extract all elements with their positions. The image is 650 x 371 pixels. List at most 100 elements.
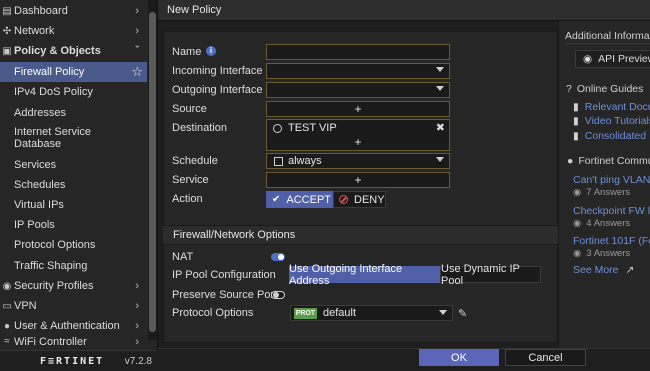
video-icon: ▮ xyxy=(573,130,579,142)
remove-icon[interactable]: ✖ xyxy=(436,121,445,134)
guide-link-label: Consolidated xyxy=(584,130,647,142)
help-icon: ? xyxy=(566,83,572,95)
ok-button[interactable]: OK xyxy=(419,349,499,366)
sidebar-item-label: Internet Service Database xyxy=(14,126,92,150)
community-post-link[interactable]: Can't ping VLAN i xyxy=(573,174,650,186)
plus-icon[interactable]: + xyxy=(354,173,361,187)
community-post-link[interactable]: Fortinet 101F (Fo xyxy=(573,235,650,247)
see-more-link[interactable]: See More ↗ xyxy=(573,264,634,276)
preserve-source-port-toggle[interactable] xyxy=(271,291,285,299)
accept-button[interactable]: ✔ ACCEPT xyxy=(266,191,333,208)
schedule-label: Schedule xyxy=(172,155,218,167)
sidebar-item-security-profiles[interactable]: ◉ Security Profiles › xyxy=(0,276,147,296)
api-preview-button[interactable]: ◉ API Preview xyxy=(575,50,650,68)
calendar-icon xyxy=(274,156,283,166)
additional-info-title: Additional Information xyxy=(565,30,650,42)
sidebar-item-network[interactable]: ✣ Network › xyxy=(0,21,147,41)
schedule-value: always xyxy=(288,155,322,167)
caret-down-icon xyxy=(436,157,444,162)
sidebar-item-label: VPN xyxy=(14,300,37,312)
service-add-field[interactable]: + xyxy=(266,172,450,188)
policy-icon: ▣ xyxy=(2,45,12,57)
incoming-interface-select[interactable] xyxy=(266,63,450,79)
lock-icon: ◉ xyxy=(2,280,12,292)
sidebar-scrollbar-thumb[interactable] xyxy=(149,12,156,332)
sidebar-item-services[interactable]: Services xyxy=(0,155,147,175)
sidebar-footer: F≡RTINET v7.2.8 xyxy=(0,350,158,371)
chevron-right-icon: › xyxy=(135,280,139,292)
sidebar-item-label: Security Profiles xyxy=(14,280,94,292)
post-answers: ◉ 3 Answers xyxy=(573,248,630,259)
sidebar-item-ipv4-dos-policy[interactable]: IPv4 DoS Policy xyxy=(0,82,147,102)
use-outgoing-interface-button[interactable]: Use Outgoing Interface Address xyxy=(289,263,440,287)
protocol-options-select[interactable]: PROT default xyxy=(290,305,453,321)
sidebar-item-virtual-ips[interactable]: Virtual IPs xyxy=(0,195,147,215)
network-icon: ✣ xyxy=(2,25,12,37)
edit-pencil-icon[interactable]: ✎ xyxy=(458,307,467,320)
source-label: Source xyxy=(172,103,207,115)
outgoing-interface-select[interactable] xyxy=(266,82,450,98)
chevron-right-icon: › xyxy=(135,300,139,312)
online-guides-title: ? Online Guides xyxy=(566,83,643,95)
sidebar-item-dashboard[interactable]: ▤ Dashboard › xyxy=(0,1,147,21)
fortinet-logo: F≡RTINET xyxy=(40,355,105,367)
deny-button[interactable]: DENY xyxy=(333,191,386,208)
chevron-right-icon: › xyxy=(135,320,139,332)
sidebar-item-protocol-options[interactable]: Protocol Options xyxy=(0,235,147,255)
api-preview-label: API Preview xyxy=(598,53,650,65)
guide-link-label: Relevant Documentation xyxy=(584,101,650,113)
check-icon: ✔ xyxy=(272,194,281,205)
action-label: Action xyxy=(172,193,203,205)
section-title: Firewall/Network Options xyxy=(173,229,296,241)
section-header: Firewall/Network Options xyxy=(163,225,558,245)
chevron-right-icon: › xyxy=(135,336,139,348)
answers-count: 3 Answers xyxy=(586,248,631,259)
plus-icon[interactable]: + xyxy=(354,135,361,149)
chevron-down-icon: ˇ xyxy=(135,45,139,57)
toggle-knob xyxy=(273,292,279,298)
community-post-link[interactable]: Checkpoint FW la xyxy=(573,205,650,217)
schedule-select[interactable]: always xyxy=(266,153,450,169)
cancel-button[interactable]: Cancel xyxy=(505,349,586,366)
sidebar-item-user-authentication[interactable]: ● User & Authentication › xyxy=(0,316,147,336)
sidebar-item-internet-service-database[interactable]: Internet Service Database xyxy=(0,124,147,154)
plus-icon[interactable]: + xyxy=(354,102,361,116)
version-label: v7.2.8 xyxy=(124,355,152,367)
destination-field[interactable]: TEST VIP ✖ + xyxy=(266,119,450,151)
post-answers: ◉ 4 Answers xyxy=(573,218,630,229)
name-input[interactable] xyxy=(266,44,450,60)
star-icon[interactable]: ☆ xyxy=(131,64,143,80)
use-dynamic-ip-pool-button[interactable]: Use Dynamic IP Pool xyxy=(440,263,541,287)
info-icon[interactable]: i xyxy=(206,46,216,56)
eye-icon: ◉ xyxy=(583,53,593,65)
sidebar-item-addresses[interactable]: Addresses xyxy=(0,103,147,123)
sidebar-item-vpn[interactable]: ▭ VPN › xyxy=(0,296,147,316)
sidebar-item-label: Traffic Shaping xyxy=(14,260,88,272)
nat-toggle[interactable] xyxy=(271,253,285,261)
answers-count: 7 Answers xyxy=(586,187,631,198)
destination-label: Destination xyxy=(172,122,228,134)
post-answers: ◉ 7 Answers xyxy=(573,187,630,198)
sidebar-item-ip-pools[interactable]: IP Pools xyxy=(0,215,147,235)
source-add-field[interactable]: + xyxy=(266,101,450,117)
sidebar-item-label: WiFi Controller xyxy=(14,336,87,348)
caret-down-icon xyxy=(439,310,447,315)
destination-value: TEST VIP xyxy=(288,122,337,134)
chevron-right-icon: › xyxy=(135,5,139,17)
guide-link-consolidated[interactable]: ▮ Consolidated xyxy=(573,130,646,142)
sidebar: ▤ Dashboard › ✣ Network › ▣ Policy & Obj… xyxy=(0,0,158,371)
sidebar-item-schedules[interactable]: Schedules xyxy=(0,175,147,195)
divider xyxy=(565,43,650,44)
sidebar-item-label: Network xyxy=(14,25,55,37)
sidebar-item-firewall-policy[interactable]: Firewall Policy ☆ xyxy=(0,62,147,82)
guide-link-documentation[interactable]: ▮ Relevant Documentation xyxy=(573,101,650,113)
sidebar-item-policy-objects[interactable]: ▣ Policy & Objects ˇ xyxy=(0,41,147,61)
guide-link-video[interactable]: ▮ Video Tutorials xyxy=(573,115,650,127)
user-icon: ● xyxy=(3,320,11,332)
outgoing-interface-label: Outgoing Interface xyxy=(172,84,263,96)
answers-count: 4 Answers xyxy=(586,218,631,229)
sidebar-item-wifi-controller[interactable]: ≈ WiFi Controller › xyxy=(0,336,147,350)
wifi-icon: ≈ xyxy=(4,336,10,347)
sidebar-item-traffic-shaping[interactable]: Traffic Shaping xyxy=(0,256,147,276)
community-icon: ● xyxy=(567,155,574,167)
